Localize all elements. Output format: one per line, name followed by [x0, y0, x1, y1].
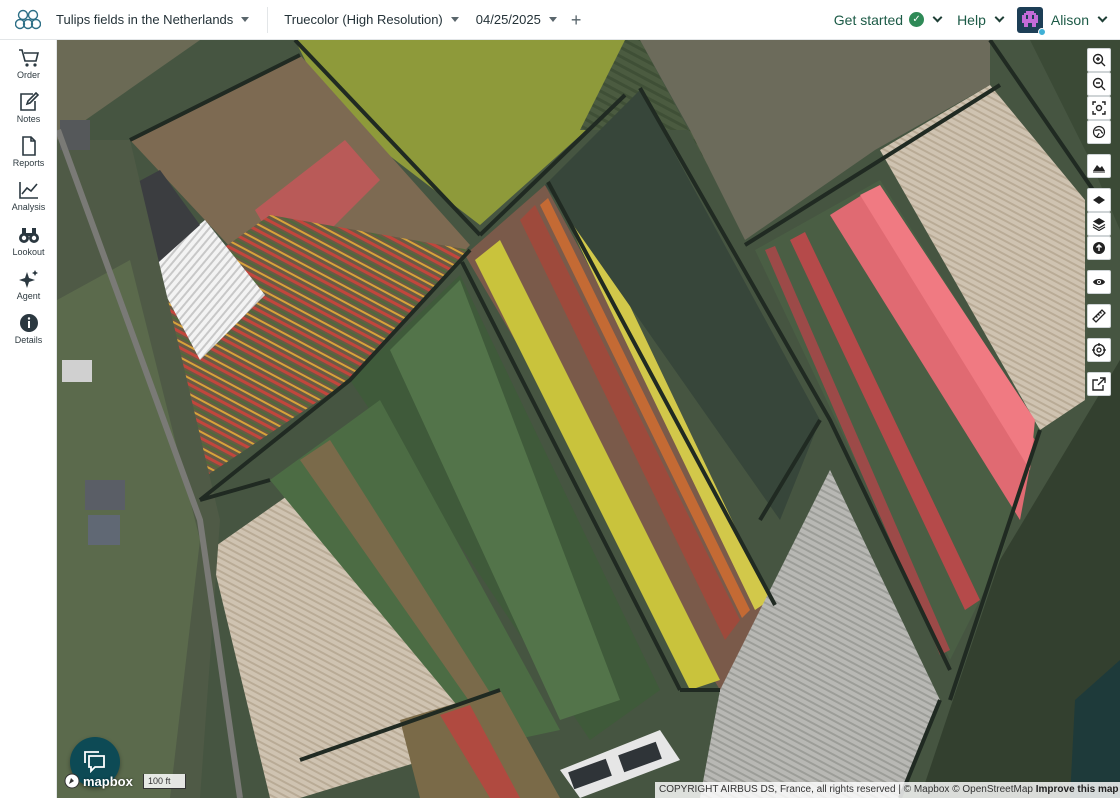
help-menu[interactable]: Help: [957, 11, 1005, 28]
fit-bounds-button[interactable]: [1087, 96, 1111, 120]
binoculars-icon: [18, 228, 39, 243]
layers-stack-icon: [1092, 218, 1106, 231]
improve-map-link[interactable]: Improve this map: [1036, 784, 1119, 795]
date-selector[interactable]: 04/25/2025: [476, 12, 557, 27]
zoom-out-button[interactable]: [1087, 72, 1111, 96]
sidebar-item-label: Order: [16, 70, 40, 80]
external-link-button[interactable]: [1087, 372, 1111, 396]
cart-icon: [18, 49, 39, 67]
caret-down-icon: [450, 17, 459, 22]
user-menu[interactable]: Alison: [1016, 6, 1108, 36]
date-value: 04/25/2025: [475, 12, 541, 27]
check-circle-icon: ✓: [909, 12, 925, 27]
caret-down-icon: [548, 17, 557, 22]
layer-selector[interactable]: Truecolor (High Resolution): [284, 12, 459, 27]
chart-icon: [18, 182, 38, 199]
zoom-in-icon: [1092, 53, 1106, 67]
map-canvas[interactable]: [57, 40, 1120, 798]
layers-stack-button[interactable]: [1087, 212, 1111, 236]
aoi-name: Tulips fields in the Netherlands: [56, 12, 234, 27]
satellite-imagery: [57, 40, 1120, 798]
chevron-down-icon: [932, 12, 943, 23]
mapbox-logo[interactable]: mapbox: [64, 773, 133, 789]
globe-icon: [1092, 125, 1106, 139]
target-button[interactable]: [1087, 338, 1111, 362]
globe-button[interactable]: [1087, 120, 1111, 144]
sidebar-item-label: Lookout: [12, 247, 45, 257]
divider: [267, 6, 269, 33]
caret-down-icon: [241, 17, 250, 22]
sidebar-item-label: Agent: [16, 291, 41, 301]
layer-icon: [1093, 196, 1105, 204]
user-name: Alison: [1050, 11, 1089, 28]
mapbox-logo-icon: [64, 773, 80, 789]
chevron-down-icon: [994, 12, 1005, 23]
pixel-avatar-icon: [1021, 10, 1038, 27]
zoom-out-icon: [1092, 77, 1106, 91]
terrain-icon: [1093, 165, 1105, 173]
report-icon: [21, 136, 36, 156]
terrain-button[interactable]: [1087, 154, 1111, 178]
sidebar-item-analysis[interactable]: Analysis: [0, 178, 57, 220]
upload-icon: [1093, 242, 1105, 254]
get-started-button[interactable]: Get started ✓: [833, 11, 943, 28]
sidebar-item-agent[interactable]: Agent: [0, 267, 57, 309]
sidebar-item-order[interactable]: Order: [0, 46, 57, 88]
upload-button[interactable]: [1087, 236, 1111, 260]
sidebar-item-label: Notes: [16, 114, 41, 124]
chevron-down-icon: [1097, 12, 1108, 23]
online-status-dot: [1037, 27, 1046, 36]
map-attribution: COPYRIGHT AIRBUS DS, France, all rights …: [655, 782, 1120, 798]
layer-button[interactable]: [1087, 188, 1111, 212]
sidebar-item-notes[interactable]: Notes: [0, 90, 57, 132]
layer-name: Truecolor (High Resolution): [284, 12, 443, 27]
sparkle-icon: [18, 270, 38, 288]
visibility-button[interactable]: [1087, 270, 1111, 294]
mapbox-label: mapbox: [83, 773, 133, 789]
scale-bar: 100 ft: [143, 774, 186, 789]
sidebar-item-label: Analysis: [11, 202, 46, 212]
notes-icon: [19, 92, 39, 111]
avatar: [1016, 6, 1046, 36]
info-icon: [19, 314, 38, 332]
sidebar-item-label: Details: [14, 335, 43, 345]
ruler-icon: [1092, 309, 1106, 323]
sidebar-item-lookout[interactable]: Lookout: [0, 223, 57, 265]
zoom-in-button[interactable]: [1087, 48, 1111, 72]
top-bar: Tulips fields in the Netherlands Truecol…: [0, 0, 1120, 40]
help-label: Help: [957, 11, 986, 28]
ruler-button[interactable]: [1087, 304, 1111, 328]
sidebar-item-reports[interactable]: Reports: [0, 134, 57, 176]
attribution-text: COPYRIGHT AIRBUS DS, France, all rights …: [659, 784, 1033, 795]
app-logo-icon[interactable]: [0, 0, 56, 40]
sidebar-item-label: Reports: [12, 158, 45, 168]
fit-bounds-icon: [1092, 101, 1106, 115]
visibility-icon: [1093, 279, 1105, 285]
get-started-label: Get started: [833, 11, 904, 28]
external-link-icon: [1092, 377, 1106, 391]
aoi-selector[interactable]: Tulips fields in the Netherlands: [56, 12, 250, 27]
sidebar-item-details[interactable]: Details: [0, 311, 57, 353]
target-icon: [1092, 343, 1106, 357]
chat-icon: [84, 751, 105, 773]
sidebar: Order Notes Reports Analysis Lookout Age…: [0, 40, 57, 798]
add-layer-button[interactable]: +: [571, 11, 582, 29]
